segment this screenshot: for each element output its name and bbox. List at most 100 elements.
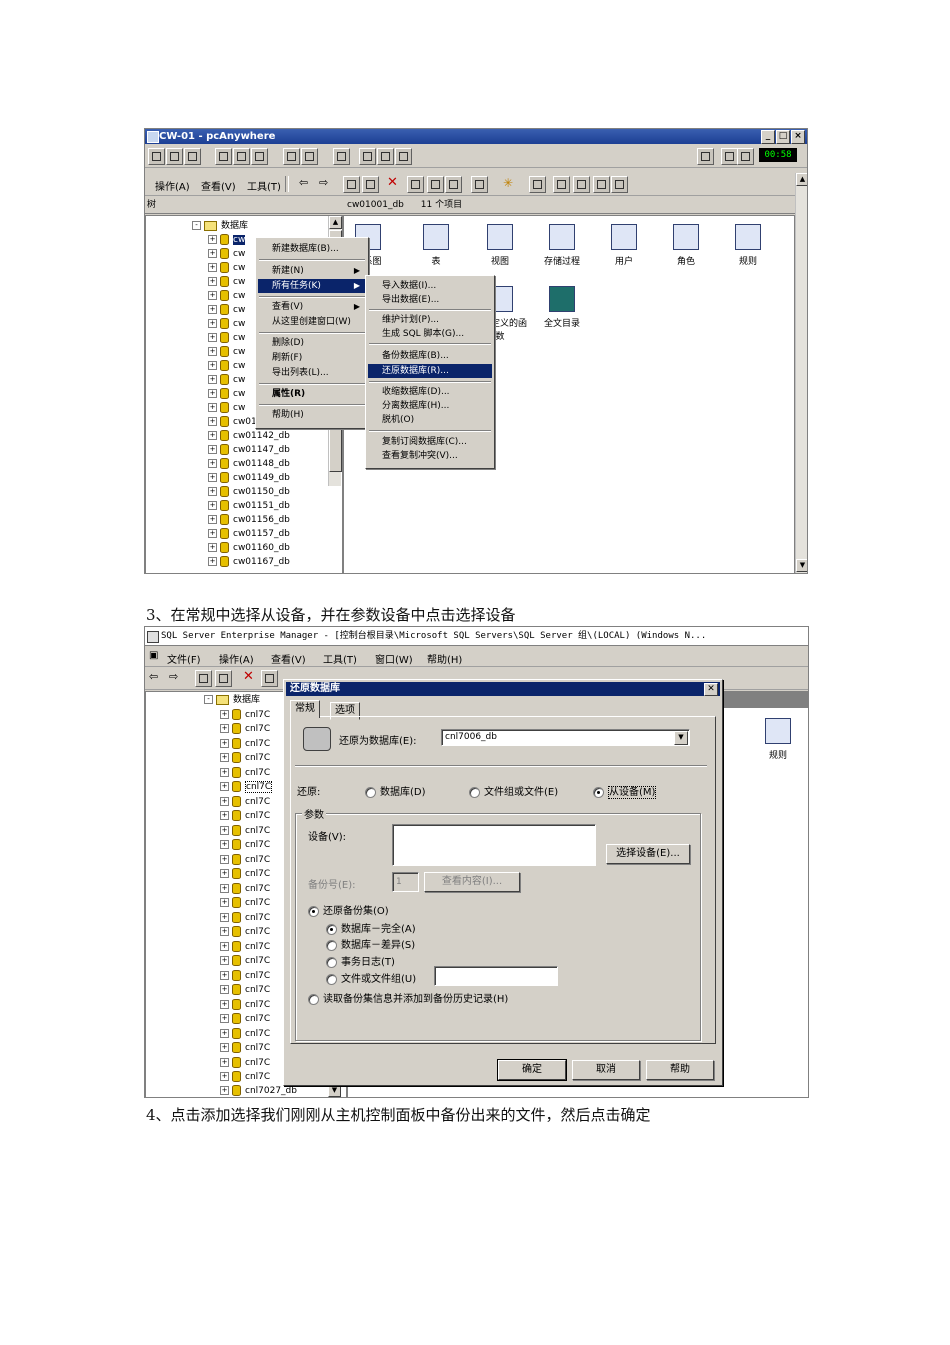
toolbar-icon[interactable] [283, 148, 300, 165]
toolbar-icon[interactable] [261, 670, 278, 687]
tree-node-db[interactable]: + cw [208, 248, 245, 261]
tree-node-db[interactable]: + cw01142_db [208, 430, 290, 443]
back-arrow-icon[interactable]: ⇦ [149, 670, 158, 683]
database-icon[interactable] [573, 176, 590, 193]
menu-new-window[interactable]: 从这里创建窗口(W) [258, 315, 366, 329]
scroll-up-icon[interactable]: ▲ [329, 216, 342, 229]
user-item[interactable]: 用户 [594, 224, 654, 267]
tree-node-db[interactable]: + cw [208, 304, 245, 317]
tree-node-db[interactable]: + cnl7C [220, 752, 270, 765]
submenu-detach-database[interactable]: 分离数据库(H)... [368, 399, 492, 413]
tree-node-db[interactable]: + cnl7C [220, 709, 270, 722]
tree-node-db[interactable]: + cnl7C [220, 781, 273, 794]
tree-node-db[interactable]: + cnl7C [220, 984, 270, 997]
toolbar-icon[interactable] [184, 148, 201, 165]
tree-node-db[interactable]: + cnl7C [220, 825, 270, 838]
tree-node-db[interactable]: + cnl7C [220, 810, 270, 823]
wizard-icon[interactable]: ✳ [503, 176, 513, 190]
menu-action[interactable]: 操作(A) [219, 651, 254, 666]
ok-button[interactable]: 确定 [497, 1059, 567, 1081]
tree-node-db[interactable]: + cnl7C [220, 1028, 270, 1041]
tree-node-db[interactable]: + cnl7C [220, 1042, 270, 1055]
tree-node-db[interactable]: + cw [208, 234, 246, 247]
tree-node-db[interactable]: + cnl7C [220, 1057, 270, 1070]
table-item[interactable]: 表 [406, 224, 466, 267]
tree-node-db[interactable]: + cw01156_db [208, 514, 290, 527]
toolbar-icon[interactable] [301, 148, 318, 165]
tree-node-db[interactable]: + cnl7C [220, 941, 270, 954]
toolbar-icon[interactable] [427, 176, 444, 193]
toolbar-icon[interactable] [395, 148, 412, 165]
delete-icon[interactable]: ✕ [243, 669, 254, 684]
tree-node-db[interactable]: + cw [208, 276, 245, 289]
toolbar-icon[interactable] [721, 148, 738, 165]
tree-node-db[interactable]: + cnl7C [220, 868, 270, 881]
tree-node-db[interactable]: + cnl7C [220, 738, 270, 751]
lock-icon[interactable] [697, 148, 714, 165]
radio-database[interactable]: 数据库(D) [365, 783, 426, 798]
menu-delete[interactable]: 删除(D) [258, 336, 366, 350]
tree-node-db[interactable]: + cnl7C [220, 1013, 270, 1026]
tree-node-db[interactable]: + cw [208, 346, 245, 359]
delete-icon[interactable]: ✕ [387, 175, 398, 190]
menu-tools[interactable]: 工具(T) [323, 651, 357, 666]
tree-node-db[interactable]: + cnl7C [220, 839, 270, 852]
radio-filegroup[interactable]: 文件组或文件(E) [469, 783, 558, 798]
tree-node-db[interactable]: + cnl7C [220, 926, 270, 939]
radio-from-device[interactable]: 从设备(M) [593, 783, 657, 799]
tree-node-db[interactable]: + cw01149_db [208, 472, 290, 485]
toolbar-icon[interactable] [407, 176, 424, 193]
toolbar-icon[interactable] [529, 176, 546, 193]
tree-node-db[interactable]: + cnl7C [220, 955, 270, 968]
stored-procedure-item[interactable]: 存储过程 [532, 224, 592, 267]
toolbar-icon[interactable] [553, 176, 570, 193]
toolbar-icon[interactable] [359, 148, 376, 165]
close-button[interactable]: × [791, 130, 805, 144]
toolbar-icon[interactable] [445, 176, 462, 193]
tree-node-db[interactable]: + cnl7C [220, 912, 270, 925]
tree-node-db[interactable]: + cnl7C [220, 999, 270, 1012]
tree-node-db[interactable]: + cnl7C [220, 1071, 270, 1084]
submenu-copy-subscription[interactable]: 复制订阅数据库(C)... [368, 435, 492, 449]
toolbar-icon[interactable] [148, 148, 165, 165]
menu-refresh[interactable]: 刷新(F) [258, 351, 366, 365]
forward-arrow-icon[interactable]: ⇨ [319, 176, 328, 189]
submenu-maintenance-plan[interactable]: 维护计划(P)... [368, 313, 492, 327]
tree-node-db[interactable]: + cw [208, 318, 245, 331]
toolbar-icon[interactable] [333, 148, 350, 165]
forward-arrow-icon[interactable]: ⇨ [169, 670, 178, 683]
role-item[interactable]: 角色 [656, 224, 716, 267]
tree-node-db[interactable]: + cw01150_db [208, 486, 290, 499]
fulltext-catalog-item[interactable]: 全文目录 [532, 286, 592, 329]
tree-node-db[interactable]: + cw01147_db [208, 444, 290, 457]
toolbar-icon[interactable] [593, 176, 610, 193]
tree-node-db[interactable]: + cw [208, 262, 245, 275]
submenu-restore-database[interactable]: 还原数据库(R)... [368, 364, 492, 378]
tree-node-db[interactable]: + cnl7C [220, 883, 270, 896]
view-contents-button[interactable]: 查看内容(I)... [424, 872, 520, 892]
menu-action[interactable]: 操作(A) [155, 178, 190, 193]
tree-node-db[interactable]: + cw01160_db [208, 542, 290, 555]
rule-item[interactable]: 规则 [748, 718, 808, 761]
menu-view[interactable]: 查看(V) ▶ [258, 300, 366, 314]
menu-help[interactable]: 帮助(H) [427, 651, 462, 666]
toolbar-icon[interactable] [215, 148, 232, 165]
mmc-icon[interactable]: ▣ [149, 650, 158, 661]
device-list[interactable] [392, 824, 596, 866]
window-scrollbar[interactable]: ▲ ▼ [795, 173, 807, 573]
tab-general[interactable]: 常规 [290, 700, 320, 718]
tree-node-db[interactable]: + cw [208, 374, 245, 387]
menu-all-tasks[interactable]: 所有任务(K) ▶ [258, 279, 366, 293]
help-button[interactable]: 帮助 [646, 1060, 714, 1080]
tree-node-db[interactable]: + cw [208, 402, 245, 415]
minimize-button[interactable]: _ [761, 130, 775, 144]
menu-help[interactable]: 帮助(H) [258, 408, 366, 422]
restore-as-combo[interactable]: cnl7006_db ▼ [441, 729, 690, 746]
chevron-down-icon[interactable]: ▼ [674, 731, 688, 745]
tree-node-databases[interactable]: - 数据库 [192, 220, 248, 233]
maximize-button[interactable]: □ [776, 130, 790, 144]
toolbar-icon[interactable] [362, 176, 379, 193]
tree-node-db[interactable]: + cnl7C [220, 897, 270, 910]
select-device-button[interactable]: 选择设备(E)... [606, 844, 690, 864]
toolbar-icon[interactable] [471, 176, 488, 193]
